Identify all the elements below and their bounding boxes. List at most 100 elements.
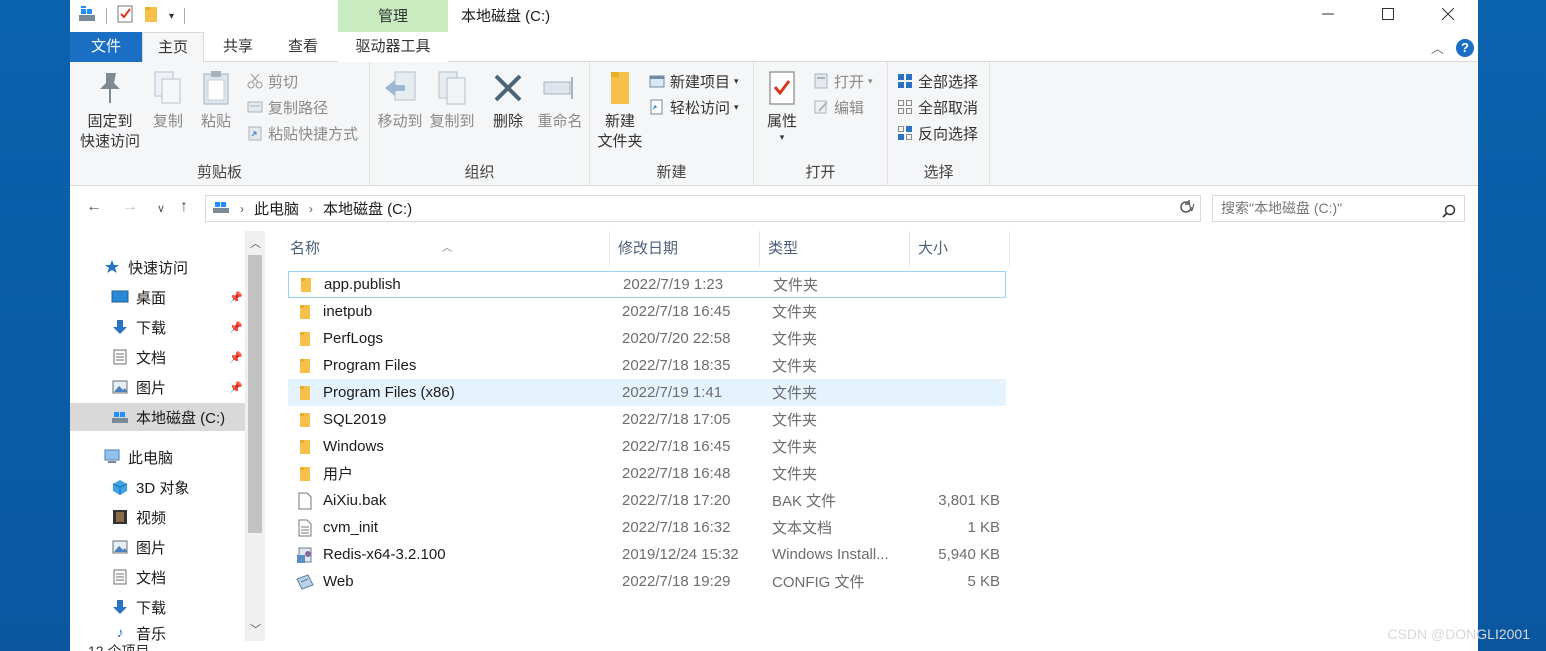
nav-item-downloads-pc[interactable]: 下载 [70,593,245,621]
cut-button[interactable]: 剪切 [246,70,298,92]
file-row[interactable]: Redis-x64-3.2.100 2019/12/24 15:32 Windows… [288,541,1006,568]
search-input[interactable]: 搜索"本地磁盘 (C:)" [1212,195,1465,222]
delete-button[interactable]: 删除 [486,68,530,132]
customize-qat-chevron-icon[interactable]: ▾ [169,11,174,22]
scroll-up-icon[interactable]: ︿ [250,235,261,251]
new-folder-icon [602,68,638,108]
delete-label: 删除 [492,113,523,130]
breadcrumb-this-pc[interactable]: 此电脑 [254,198,299,219]
file-row[interactable]: AiXiu.bak 2022/7/18 17:20 BAK 文件 3,801 KB [288,487,1006,514]
file-row[interactable]: app.publish 2022/7/19 1:23 文件夹 [288,271,1006,298]
file-row[interactable]: PerfLogs 2020/7/20 22:58 文件夹 [288,325,1006,352]
edit-button[interactable]: 编辑 [812,96,864,118]
move-to-button[interactable]: 移动到 [374,68,426,132]
tab-drive-tools[interactable]: 驱动器工具 [338,32,448,62]
nav-item-downloads[interactable]: 下载 📌 [70,313,245,341]
file-row[interactable]: SQL2019 2022/7/18 17:05 文件夹 [288,406,1006,433]
new-folder-button[interactable]: 新建 文件夹 [594,68,646,152]
pin-to-quick-access-button[interactable]: 固定到 快速访问 [78,68,142,152]
tab-home[interactable]: 主页 [142,32,204,63]
breadcrumb-local-disk[interactable]: 本地磁盘 (C:) [323,198,412,219]
nav-item-documents[interactable]: 文档 📌 [70,343,245,371]
manage-context-tab[interactable]: 管理 [338,0,448,32]
nav-item-videos[interactable]: 视频 [70,503,245,531]
scroll-down-icon[interactable]: ﹀ [250,621,261,637]
file-row[interactable]: inetpub 2022/7/18 16:45 文件夹 [288,298,1006,325]
file-size: 1 KB [967,519,1000,536]
nav-this-pc[interactable]: 此电脑 [70,443,245,471]
file-row[interactable]: Windows 2022/7/18 16:45 文件夹 [288,433,1006,460]
column-header-size[interactable]: 大小 [910,231,1010,267]
help-icon[interactable]: ? [1456,38,1474,57]
forward-arrow-icon[interactable]: → [122,198,138,216]
up-arrow-icon[interactable]: ↑ [180,198,188,216]
properties-label: 属性 [766,113,797,130]
copy-button[interactable]: 复制 [146,68,190,132]
address-bar[interactable]: › 此电脑 › 本地磁盘 (C:) ∨ [205,195,1201,222]
properties-button[interactable]: 属性 ▾ [760,68,804,142]
file-row[interactable]: Program Files (x86) 2022/7/19 1:41 文件夹 [288,379,1006,406]
folder-icon [296,330,314,348]
paste-shortcut-label: 粘贴快捷方式 [268,125,359,143]
easy-access-button[interactable]: 轻松访问 ▾ [648,96,739,118]
nav-item-local-disk-c[interactable]: 本地磁盘 (C:) [70,403,245,431]
nav-item-pictures[interactable]: 图片 📌 [70,373,245,401]
file-modified-date: 2022/7/19 1:23 [623,276,724,293]
nav-item-documents-pc[interactable]: 文档 [70,563,245,591]
nav-item-desktop[interactable]: 桌面 📌 [70,283,245,311]
open-icon [812,72,830,90]
nav-item-3d-objects[interactable]: 3D 对象 [70,473,245,501]
breadcrumb-chevron-icon[interactable]: › [309,202,313,216]
select-all-label: 全部选择 [918,73,979,91]
select-all-button[interactable]: 全部选择 [896,70,978,92]
file-name: AiXiu.bak [323,492,387,509]
nav-item-pictures-pc[interactable]: 图片 [70,533,245,561]
open-button[interactable]: 打开 ▾ [812,70,873,92]
rename-icon [542,68,578,108]
new-item-button[interactable]: 新建项目 ▾ [648,70,739,92]
minimize-button[interactable] [1298,0,1358,28]
file-row[interactable]: cvm_init 2022/7/18 16:32 文本文档 1 KB [288,514,1006,541]
search-icon[interactable] [1442,201,1456,226]
file-size: 3,801 KB [938,492,1000,509]
select-none-button[interactable]: 全部取消 [896,96,978,118]
navigation-pane-scrollbar[interactable]: ︿ ﹀ [245,231,265,641]
column-header-date[interactable]: 修改日期 [610,231,760,267]
file-row[interactable]: Web 2022/7/18 19:29 CONFIG 文件 5 KB [288,568,1006,595]
tab-file[interactable]: 文件 [70,32,142,62]
pin-icon: 📌 [229,321,243,334]
tab-view[interactable]: 查看 [275,32,331,62]
new-folder-quick-icon[interactable] [143,5,159,27]
invert-selection-button[interactable]: 反向选择 [896,122,978,144]
back-arrow-icon[interactable]: ← [86,198,102,216]
tab-share[interactable]: 共享 [210,32,266,62]
nav-item-music[interactable]: ♪ 音乐 [70,623,245,641]
file-type: 文件夹 [772,304,818,321]
recent-locations-chevron-icon[interactable]: ∨ [157,202,165,215]
drive-breadcrumb-icon [212,200,230,218]
column-header-type[interactable]: 类型 [760,231,910,267]
file-type: 文件夹 [772,439,818,456]
file-row[interactable]: Program Files 2022/7/18 18:35 文件夹 [288,352,1006,379]
close-button[interactable] [1418,0,1478,28]
copy-to-button[interactable]: 复制到 [426,68,478,132]
file-type: 文件夹 [773,277,819,294]
rename-button[interactable]: 重命名 [534,68,586,132]
new-group-label: 新建 [656,164,687,181]
drive-app-icon[interactable] [78,6,96,26]
file-row[interactable]: 用户 2022/7/18 16:48 文件夹 [288,460,1006,487]
properties-quick-icon[interactable] [117,5,133,27]
refresh-icon[interactable] [1178,199,1194,219]
collapse-ribbon-icon[interactable]: ︿ [1431,38,1444,57]
maximize-button[interactable] [1358,0,1418,28]
column-header-name[interactable]: 名称 ︿ [282,231,610,267]
paste-button[interactable]: 粘贴 [194,68,238,132]
pin-label-line1: 固定到 [87,113,133,130]
nav-quick-access[interactable]: 快速访问 [70,253,245,281]
invert-selection-icon [896,124,914,142]
file-name: SQL2019 [323,411,387,428]
copy-path-button[interactable]: 复制路径 [246,96,328,118]
paste-shortcut-button[interactable]: 粘贴快捷方式 [246,122,358,144]
scrollbar-thumb[interactable] [248,255,262,533]
breadcrumb-chevron-icon[interactable]: › [240,202,244,216]
